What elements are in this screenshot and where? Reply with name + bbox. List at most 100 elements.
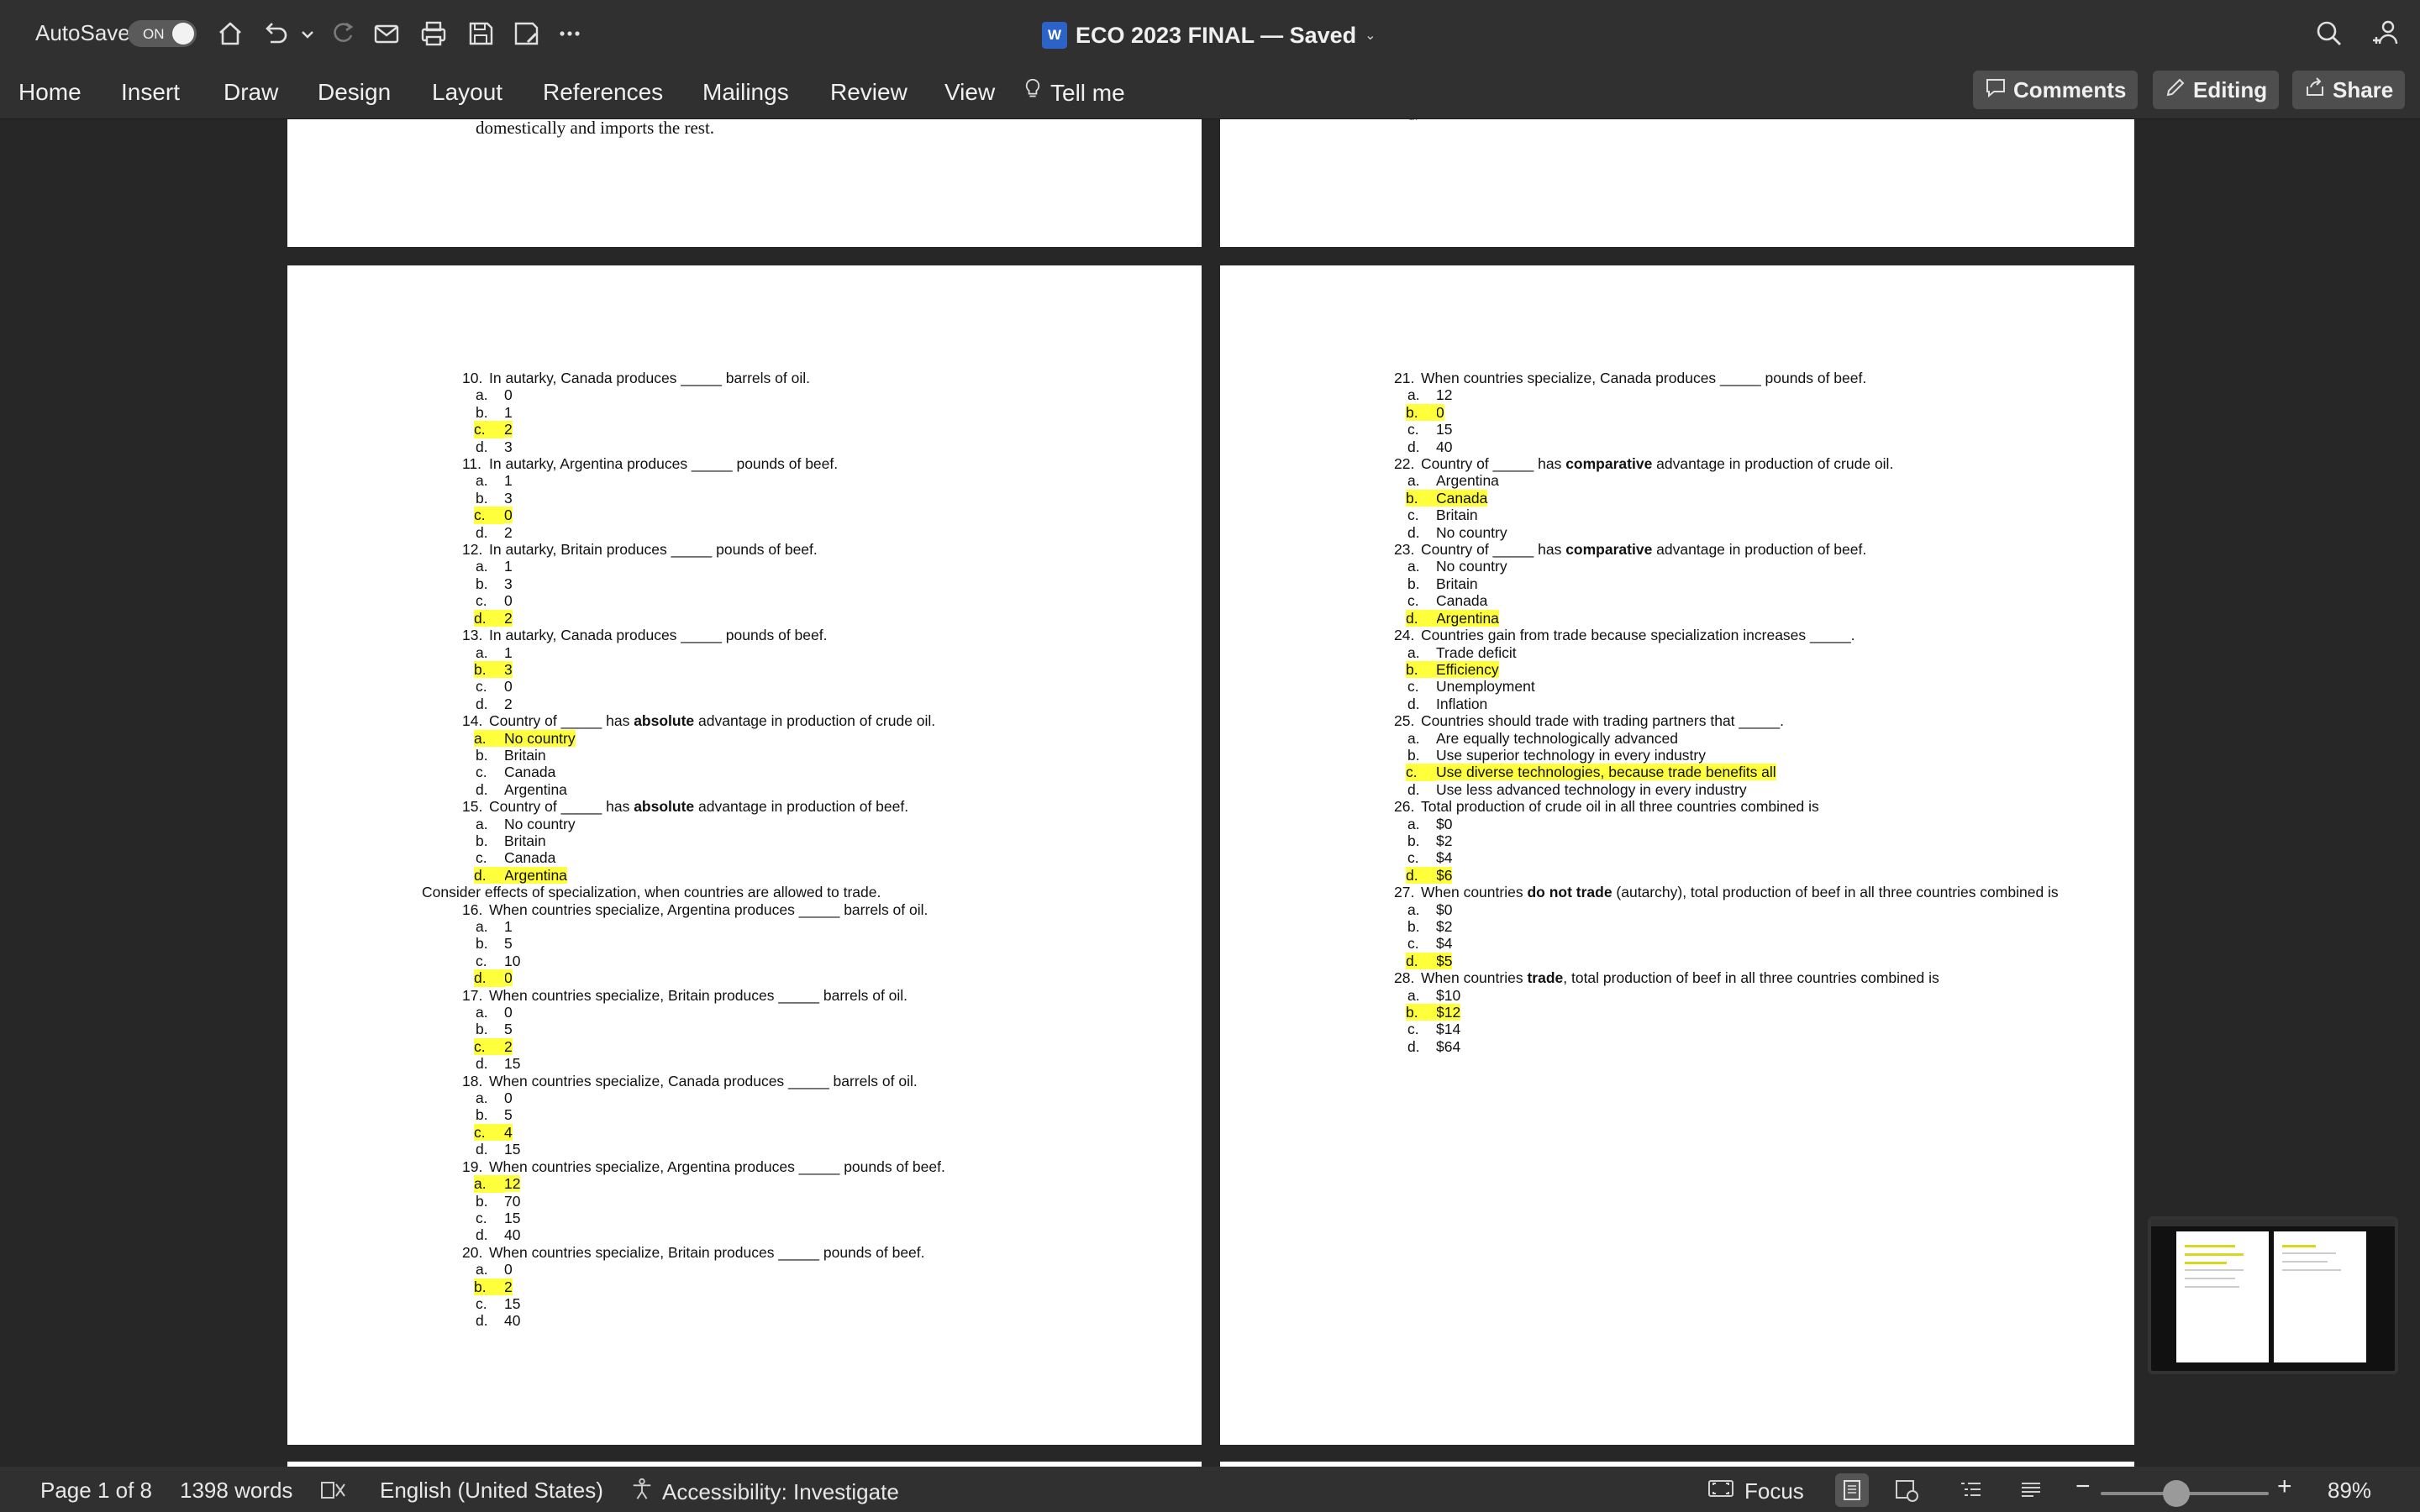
accessibility-check[interactable]: Accessibility: Investigate — [630, 1478, 899, 1506]
option-text: 40 — [504, 1312, 520, 1329]
save-icon[interactable] — [464, 17, 497, 50]
page-count[interactable]: Page 1 of 8 — [40, 1478, 152, 1503]
answer-option: c.$4 — [1394, 849, 2059, 866]
stem-text: Country of _____ has — [489, 712, 634, 729]
answer-option-highlighted: c.0 — [462, 507, 945, 523]
answer-option: a.Are equally technologically advanced — [1394, 730, 2059, 747]
tab-review[interactable]: Review — [830, 76, 908, 109]
autosave-toggle[interactable]: ON — [128, 20, 197, 47]
comments-button[interactable]: Comments — [1973, 71, 2138, 109]
page-thumbnail-minimap[interactable] — [2148, 1216, 2398, 1374]
option-text: Use less advanced technology in every in… — [1436, 781, 1747, 798]
option-text: Use diverse technologies, because trade … — [1436, 764, 1776, 780]
zoom-slider-handle[interactable] — [2163, 1480, 2190, 1507]
editing-button[interactable]: Editing — [2153, 71, 2279, 109]
answer-option: d.2 — [462, 696, 945, 712]
word-count[interactable]: 1398 words — [180, 1478, 292, 1503]
answer-option: c.15 — [1394, 421, 2059, 438]
question: 16.When countries specialize, Argentina … — [462, 901, 945, 918]
zoom-in-button[interactable]: + — [2277, 1474, 2292, 1499]
page-previous-right[interactable]: d. — [1220, 119, 2134, 247]
answer-option-highlighted: a.12 — [462, 1175, 945, 1192]
option-text: 10 — [504, 953, 520, 969]
account-icon[interactable] — [2368, 17, 2402, 50]
stem-emphasis: absolute — [634, 798, 694, 815]
tab-insert[interactable]: Insert — [121, 76, 180, 109]
option-letter: a. — [476, 472, 488, 489]
option-letter: d. — [1407, 524, 1420, 541]
page-right[interactable]: 21.When countries specialize, Canada pro… — [1220, 265, 2134, 1445]
focus-button[interactable]: Focus — [1707, 1478, 1804, 1504]
question-number: 26. — [1394, 798, 1414, 815]
answer-option: b.Britain — [1394, 575, 2059, 592]
option-letter: a. — [476, 1261, 488, 1278]
option-letter: c. — [476, 849, 487, 866]
tab-draw[interactable]: Draw — [224, 76, 278, 109]
redo-icon[interactable] — [326, 17, 360, 50]
option-letter: c. — [474, 1124, 504, 1141]
question: 18.When countries specialize, Canada pro… — [462, 1073, 945, 1089]
accessibility-label: Accessibility: Investigate — [662, 1479, 899, 1504]
answer-option: c.0 — [462, 592, 945, 609]
option-text: 1 — [504, 644, 513, 661]
outline-view-icon[interactable] — [1958, 1478, 1983, 1508]
mail-icon[interactable] — [370, 17, 403, 50]
option-text: 5 — [504, 1021, 513, 1037]
undo-dropdown-chevron-icon[interactable] — [299, 17, 316, 50]
option-text: $64 — [1436, 1038, 1460, 1055]
answer-option: c.$4 — [1394, 935, 2059, 952]
tab-home[interactable]: Home — [18, 76, 82, 109]
proofing-icon[interactable] — [319, 1478, 348, 1508]
tab-view[interactable]: View — [944, 76, 995, 109]
zoom-out-button[interactable]: − — [2075, 1474, 2091, 1499]
document-canvas[interactable]: domestically and imports the rest. d. 10… — [0, 119, 2420, 1467]
question-stem: When countries specialize, Britain produ… — [489, 1244, 925, 1261]
option-letter: d. — [476, 1055, 488, 1072]
tab-layout[interactable]: Layout — [432, 76, 502, 109]
answer-option: a.$10 — [1394, 987, 2059, 1004]
undo-icon[interactable] — [259, 17, 292, 50]
option-text: 2 — [504, 696, 513, 712]
tab-design[interactable]: Design — [318, 76, 391, 109]
zoom-level[interactable]: 89% — [2328, 1478, 2371, 1503]
option-letter: c. — [1407, 507, 1419, 523]
draft-view-icon[interactable] — [2018, 1478, 2044, 1508]
document-title[interactable]: W ECO 2023 FINAL — Saved ⌄ — [1042, 18, 1376, 52]
option-letter: a. — [1407, 644, 1420, 661]
option-text: 3 — [504, 575, 513, 592]
tab-references[interactable]: References — [543, 76, 663, 109]
web-layout-view-icon[interactable] — [1894, 1478, 1919, 1508]
search-icon[interactable] — [2312, 17, 2346, 50]
tell-me[interactable]: Tell me — [1023, 76, 1125, 110]
answer-option-highlighted: b.3 — [462, 661, 945, 678]
option-letter: d. — [476, 1312, 488, 1329]
save-as-icon[interactable] — [509, 17, 543, 50]
status-bar: Page 1 of 8 1398 words English (United S… — [0, 1467, 2420, 1512]
more-icon[interactable] — [553, 17, 587, 50]
tab-mailings[interactable]: Mailings — [702, 76, 789, 109]
answer-option: c.Canada — [1394, 592, 2059, 609]
option-text: 1 — [504, 918, 513, 935]
language-indicator[interactable]: English (United States) — [380, 1478, 603, 1503]
option-text: $12 — [1436, 1004, 1460, 1021]
option-letter: c. — [474, 421, 504, 438]
answer-option: d. 40 — [462, 1312, 945, 1329]
page-previous-left[interactable]: domestically and imports the rest. — [287, 119, 1202, 247]
question-number: 12. — [462, 541, 482, 558]
share-button[interactable]: Share — [2292, 71, 2405, 109]
option-text: 4 — [504, 1124, 513, 1141]
option-text: 0 — [504, 1089, 513, 1106]
answer-option-highlighted: d.$5 — [1394, 953, 2059, 969]
print-layout-view-icon[interactable] — [1835, 1473, 1869, 1507]
option-letter: a. — [1407, 386, 1420, 403]
answer-option: a.1 — [462, 558, 945, 575]
option-letter: d. — [476, 438, 488, 455]
option-text: 40 — [504, 1226, 520, 1243]
home-icon[interactable] — [213, 17, 247, 50]
option-text: 0 — [504, 592, 513, 609]
option-letter: c. — [1407, 678, 1419, 695]
page-left[interactable]: 10.In autarky, Canada produces _____ bar… — [287, 265, 1202, 1445]
print-icon[interactable] — [417, 17, 450, 50]
option-text: No country — [1436, 524, 1507, 541]
option-text: No country — [504, 730, 576, 747]
